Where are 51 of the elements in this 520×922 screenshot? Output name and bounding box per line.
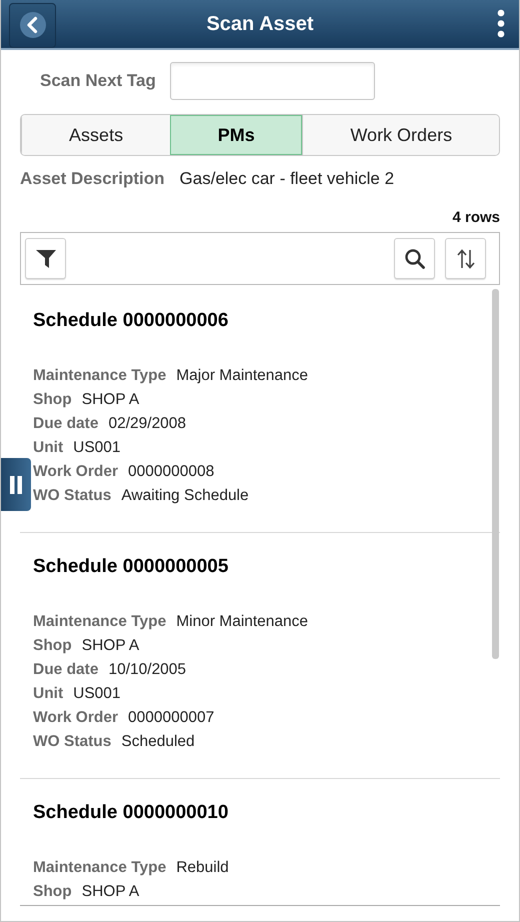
schedule-title: Schedule 0000000005 <box>33 555 230 579</box>
field-value: Rebuild <box>176 859 229 877</box>
field-label: Unit <box>33 685 64 703</box>
schedule-title: Schedule 0000000006 <box>33 309 230 333</box>
field-label: WO Status <box>33 487 112 505</box>
field-label: Work Order <box>33 463 118 481</box>
field-value: 02/29/2008 <box>108 415 186 433</box>
pause-icon <box>9 474 23 494</box>
field-label: Shop <box>33 637 72 655</box>
field-label: Shop <box>33 391 72 409</box>
field-label: Due date <box>33 661 98 679</box>
field-value: 0000000008 <box>128 463 214 481</box>
search-button[interactable] <box>394 238 435 279</box>
field-value: Minor Maintenance <box>176 613 308 631</box>
schedule-title: Schedule 0000000010 <box>33 801 230 825</box>
filter-button[interactable] <box>25 238 66 279</box>
more-icon <box>496 9 506 39</box>
scan-tag-label: Scan Next Tag <box>40 71 156 91</box>
field-label: WO Status <box>33 733 112 751</box>
field-label: Work Order <box>33 709 118 727</box>
field-label: Maintenance Type <box>33 859 166 877</box>
field-value: 10/10/2005 <box>108 661 186 679</box>
field-value: US001 <box>73 685 121 703</box>
scan-tag-field[interactable] <box>170 62 375 100</box>
row-count: 4 rows <box>452 208 500 226</box>
sort-icon <box>454 248 476 270</box>
field-value: Awaiting Schedule <box>121 487 249 505</box>
scrollbar-thumb[interactable] <box>492 289 499 659</box>
side-panel-handle[interactable] <box>1 458 31 511</box>
page-title: Scan Asset <box>206 12 314 34</box>
field-value: Scheduled <box>121 733 195 751</box>
field-value: SHOP A <box>82 883 140 901</box>
field-label: Maintenance Type <box>33 613 166 631</box>
field-value: SHOP A <box>82 637 140 655</box>
search-icon <box>404 248 426 270</box>
field-label: Shop <box>33 883 72 901</box>
field-label: Maintenance Type <box>33 367 166 385</box>
field-value: Major Maintenance <box>176 367 308 385</box>
asset-description-value: Gas/elec car - fleet vehicle 2 <box>180 169 394 189</box>
field-value: US001 <box>73 439 121 457</box>
field-label: Unit <box>33 439 64 457</box>
back-icon <box>18 11 46 39</box>
field-value: 0000000007 <box>128 709 214 727</box>
tab[interactable]: PMs <box>170 115 302 155</box>
filter-icon <box>34 248 56 268</box>
tab[interactable]: Work Orders <box>302 115 499 155</box>
asset-description-label: Asset Description <box>20 169 165 189</box>
field-label: Due date <box>33 415 98 433</box>
field-value: SHOP A <box>82 391 140 409</box>
back-button[interactable] <box>9 2 56 48</box>
sort-button[interactable] <box>445 238 486 279</box>
